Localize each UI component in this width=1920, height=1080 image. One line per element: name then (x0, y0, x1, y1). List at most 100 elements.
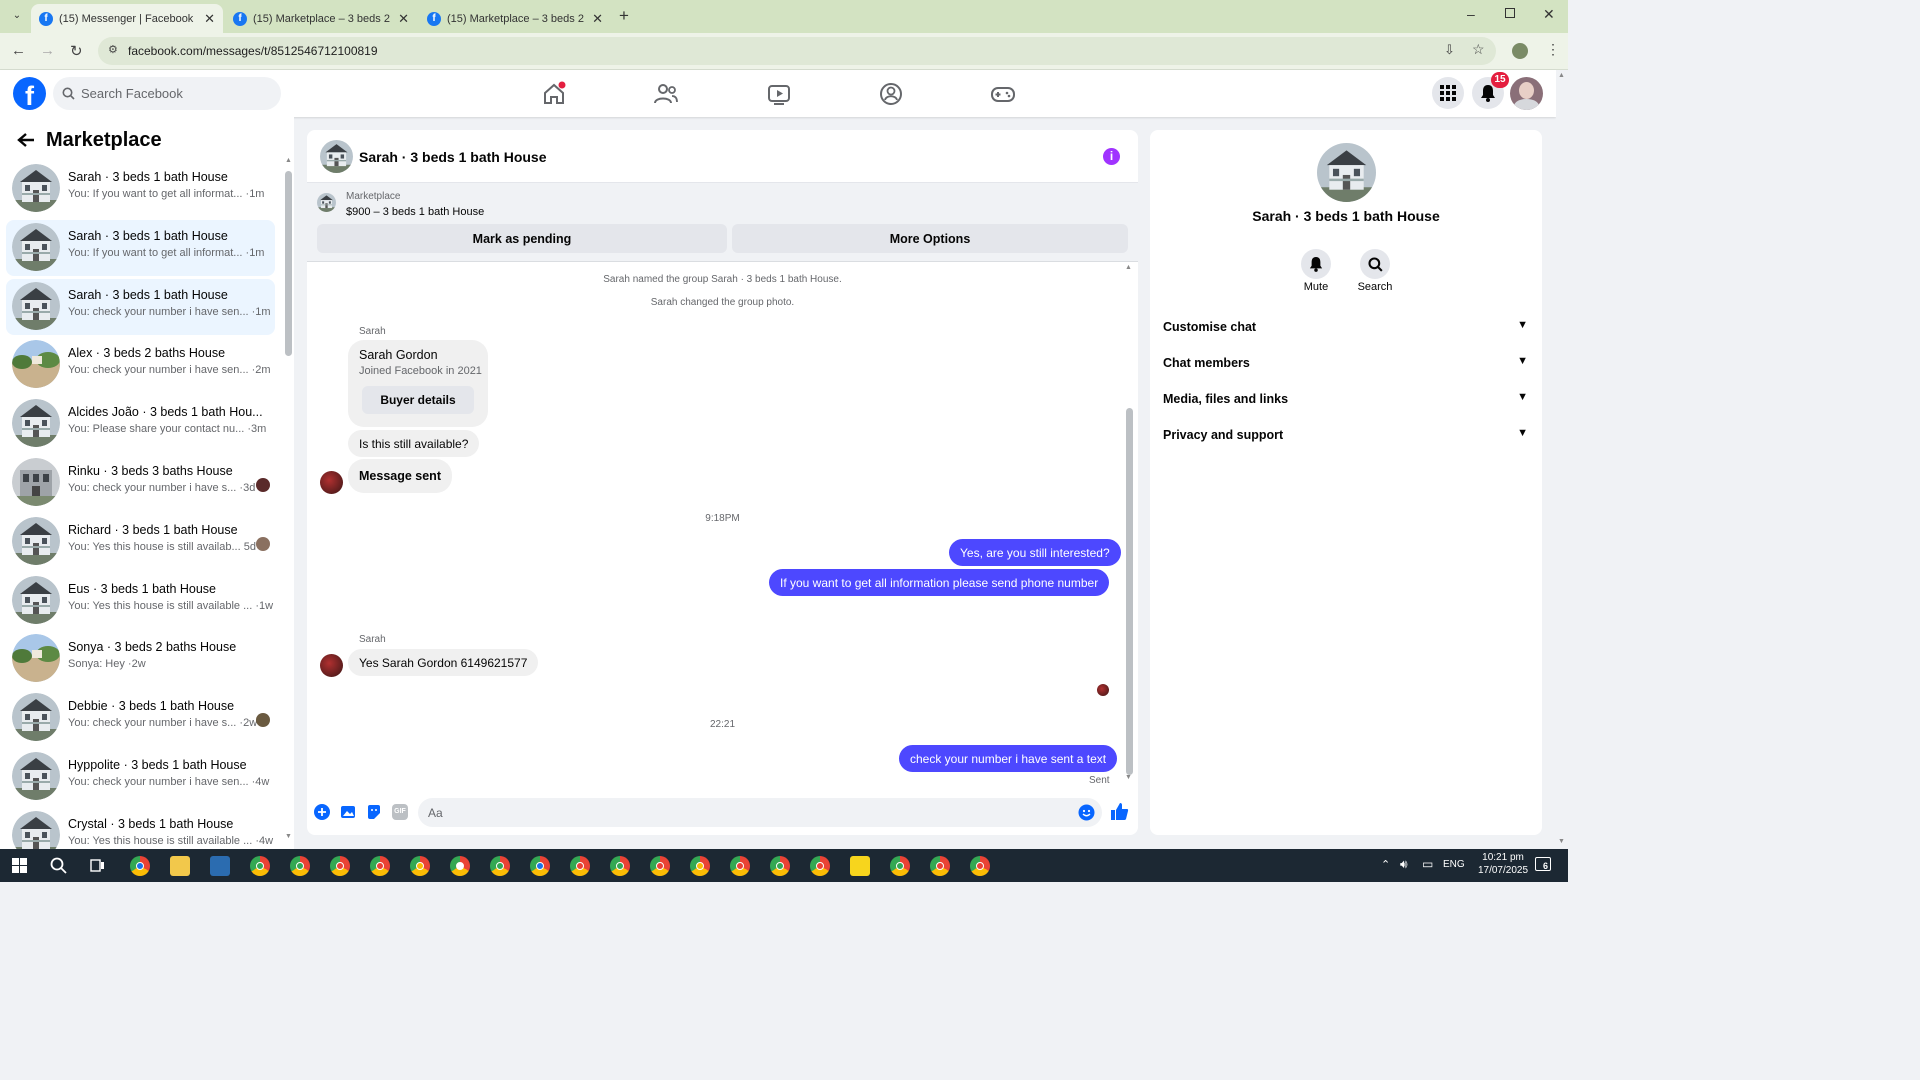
chrome-icon[interactable] (970, 856, 990, 876)
conversation-item[interactable]: Hyppolite · 3 beds 1 bath House You: chec… (6, 749, 275, 805)
minimize-icon[interactable]: – (1467, 6, 1475, 22)
tab-messenger[interactable]: f (15) Messenger | Facebook ✕ (31, 4, 223, 33)
chrome-icon[interactable] (690, 856, 710, 876)
scroll-up-icon[interactable]: ▲ (1558, 72, 1565, 79)
groups-icon[interactable] (877, 80, 905, 108)
friends-icon[interactable] (652, 80, 680, 108)
conversation-item[interactable]: Crystal · 3 beds 1 bath House You: Yes th… (6, 808, 275, 849)
sender-avatar[interactable] (320, 654, 343, 677)
emoji-icon[interactable] (1078, 804, 1095, 821)
incoming-message[interactable]: Message sent (348, 459, 452, 493)
chrome-icon[interactable] (770, 856, 790, 876)
conversation-item[interactable]: Eus · 3 beds 1 bath House You: Yes this h… (6, 573, 275, 629)
new-tab-icon[interactable]: + (619, 6, 629, 26)
profile-icon[interactable] (1512, 43, 1528, 59)
sender-avatar[interactable] (320, 471, 343, 494)
tray-chevron-icon[interactable]: ⌃ (1381, 858, 1390, 871)
chrome-icon[interactable] (610, 856, 630, 876)
back-arrow-icon[interactable] (17, 132, 35, 148)
site-info-icon[interactable]: ⚙ (108, 43, 118, 56)
chrome-icon[interactable] (810, 856, 830, 876)
reload-icon[interactable]: ↻ (70, 42, 83, 60)
info-icon[interactable]: i (1103, 148, 1120, 165)
outgoing-message[interactable]: If you want to get all information pleas… (769, 569, 1110, 596)
conversation-item[interactable]: Rinku · 3 beds 3 baths House You: check y… (6, 455, 275, 511)
details-avatar[interactable] (1317, 143, 1376, 202)
bookmark-star-icon[interactable]: ☆ (1472, 41, 1485, 58)
buyer-details-button[interactable]: Buyer details (362, 386, 474, 414)
chrome-icon[interactable] (330, 856, 350, 876)
notification-center-icon[interactable]: 6 (1535, 857, 1551, 871)
chrome-icon[interactable] (570, 856, 590, 876)
chrome-icon[interactable] (290, 856, 310, 876)
network-icon[interactable]: ▭ (1422, 857, 1433, 871)
listing-thumbnail[interactable] (317, 193, 336, 212)
conversation-item[interactable]: Sonya · 3 beds 2 baths House Sonya: Hey ·… (6, 631, 275, 687)
chat-title[interactable]: Sarah · 3 beds 1 bath House (359, 149, 547, 165)
close-tab-icon[interactable]: ✕ (398, 11, 409, 27)
notifications-button[interactable]: 15 (1472, 72, 1509, 109)
conversation-item[interactable]: Sarah · 3 beds 1 bath House You: If you w… (6, 219, 275, 276)
outgoing-message[interactable]: Yes, are you still interested? (949, 539, 1121, 566)
tab-marketplace-1[interactable]: f (15) Marketplace – 3 beds 2 bat ✕ (225, 4, 417, 33)
tab-marketplace-2[interactable]: f (15) Marketplace – 3 beds 2 bat ✕ (419, 4, 611, 33)
close-tab-icon[interactable]: ✕ (204, 11, 215, 27)
sidebar-scrollbar[interactable]: ▲ ▼ (285, 157, 292, 843)
chat-scrollbar-thumb[interactable] (1126, 408, 1133, 775)
search-chat-button[interactable] (1360, 249, 1390, 279)
scroll-down-icon[interactable]: ▼ (285, 833, 292, 840)
tab-search-icon[interactable]: ⌄ (8, 7, 26, 25)
maximize-icon[interactable] (1505, 8, 1515, 18)
conversation-item[interactable]: Sarah · 3 beds 1 bath House You: If you w… (6, 161, 275, 217)
url-field[interactable]: ⚙ facebook.com/messages/t/85125467121008… (98, 37, 1496, 65)
install-app-icon[interactable]: ⇩ (1444, 42, 1455, 58)
scroll-down-icon[interactable]: ▼ (1558, 838, 1565, 845)
like-icon[interactable] (1110, 802, 1129, 821)
chrome-icon[interactable] (930, 856, 950, 876)
listing-title[interactable]: $900 – 3 beds 1 bath House (346, 206, 484, 218)
section-privacy-support[interactable]: Privacy and support ▼ (1163, 427, 1528, 442)
clock[interactable]: 10:21 pm 17/07/2025 (1472, 852, 1534, 876)
conversation-item[interactable]: Alcides João · 3 beds 1 bath Hou... You: … (6, 396, 275, 452)
chrome-icon[interactable] (130, 856, 150, 876)
file-explorer-icon[interactable] (170, 856, 190, 876)
menu-grid-button[interactable] (1432, 77, 1464, 109)
gaming-icon[interactable] (989, 80, 1017, 108)
chrome-icon[interactable] (250, 856, 270, 876)
scroll-up-icon[interactable]: ▲ (285, 157, 292, 164)
app-icon[interactable] (450, 856, 470, 876)
search-input[interactable]: Search Facebook (53, 77, 281, 110)
close-tab-icon[interactable]: ✕ (592, 11, 603, 27)
windows-start-icon[interactable] (12, 858, 27, 873)
volume-icon[interactable]: 🔊︎ (1400, 857, 1408, 872)
incoming-message[interactable]: Yes Sarah Gordon 6149621577 (348, 649, 539, 676)
chrome-icon[interactable] (730, 856, 750, 876)
message-input[interactable]: Aa (418, 798, 1102, 827)
conversation-item[interactable]: Sarah · 3 beds 1 bath House You: check yo… (6, 278, 275, 335)
more-options-button[interactable]: More Options (732, 224, 1128, 253)
taskbar-search-icon[interactable] (50, 857, 67, 874)
page-scrollbar[interactable]: ▲ ▼ (1556, 70, 1568, 849)
gif-icon[interactable]: GIF (392, 804, 408, 820)
facebook-logo[interactable]: f (13, 77, 46, 111)
chrome-icon[interactable] (650, 856, 670, 876)
conversation-item[interactable]: Alex · 3 beds 2 baths House You: check yo… (6, 337, 275, 393)
sticker-icon[interactable] (366, 804, 382, 820)
mark-pending-button[interactable]: Mark as pending (317, 224, 727, 253)
plus-circle-icon[interactable] (314, 804, 330, 820)
task-view-icon[interactable] (90, 858, 105, 873)
chat-avatar[interactable] (320, 140, 353, 173)
section-customise-chat[interactable]: Customise chat ▼ (1163, 319, 1528, 334)
chrome-icon[interactable] (890, 856, 910, 876)
video-icon[interactable] (765, 80, 793, 108)
scroll-up-icon[interactable]: ▲ (1125, 264, 1132, 271)
back-icon[interactable]: ← (11, 42, 26, 59)
home-icon[interactable] (540, 80, 568, 108)
chrome-icon[interactable] (490, 856, 510, 876)
account-avatar[interactable] (1510, 77, 1543, 110)
menu-kebab-icon[interactable]: ⋮ (1546, 41, 1560, 58)
forward-icon[interactable]: → (40, 42, 55, 59)
language-indicator[interactable]: ENG (1443, 859, 1465, 870)
incoming-message[interactable]: Is this still available? (348, 430, 480, 457)
section-chat-members[interactable]: Chat members ▼ (1163, 355, 1528, 370)
